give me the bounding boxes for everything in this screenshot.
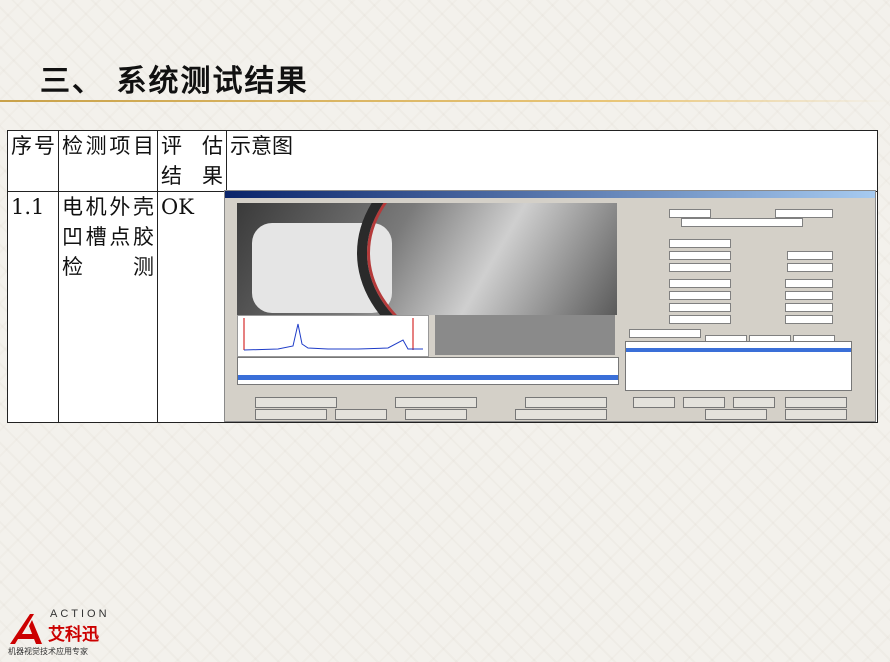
results-table: 序号 检测项目 评估结果 示意图 1.1 电机外壳凹槽点胶检测 OK <box>7 130 878 423</box>
defect-list-panel <box>237 357 619 385</box>
param-field[interactable] <box>669 279 731 288</box>
screenshot-button[interactable] <box>405 409 467 420</box>
screenshot-button[interactable] <box>633 397 675 408</box>
screenshot-button[interactable] <box>255 409 327 420</box>
screenshot-button[interactable] <box>785 409 847 420</box>
param-field[interactable] <box>785 315 833 324</box>
screenshot-button[interactable] <box>335 409 387 420</box>
header-result: 评估结果 <box>157 130 227 192</box>
inspection-software-screenshot <box>224 190 876 422</box>
table-row: 1.1 电机外壳凹槽点胶检测 OK <box>7 190 878 423</box>
param-field[interactable] <box>669 263 731 272</box>
param-field[interactable] <box>785 291 833 300</box>
param-field[interactable] <box>669 209 711 218</box>
method-list-panel <box>625 341 852 391</box>
row-no: 1.1 <box>7 191 59 423</box>
screenshot-button[interactable] <box>705 409 767 420</box>
defect-list-selected-row <box>238 375 618 380</box>
row-item: 电机外壳凹槽点胶检测 <box>58 191 158 423</box>
screenshot-button[interactable] <box>683 397 725 408</box>
param-field[interactable] <box>669 251 731 260</box>
row-result: OK <box>157 191 227 423</box>
param-field[interactable] <box>775 209 833 218</box>
company-logo: ACTION 艾科迅 机器视觉技术应用专家 <box>8 608 138 658</box>
method-list-selected-row <box>626 348 851 352</box>
slide-title: 三、 系统测试结果 <box>40 64 309 99</box>
image-ring-shape <box>357 203 617 315</box>
title-underline <box>0 100 890 102</box>
param-field[interactable] <box>785 279 833 288</box>
logo-brand: 艾科迅 <box>48 625 99 645</box>
param-field[interactable] <box>669 291 731 300</box>
logo-mark-icon <box>10 614 42 644</box>
screenshot-button[interactable] <box>515 409 607 420</box>
param-field[interactable] <box>629 329 701 338</box>
histogram-graphic <box>243 318 423 351</box>
header-no: 序号 <box>7 130 59 192</box>
param-field[interactable] <box>787 251 833 260</box>
screenshot-button[interactable] <box>733 397 775 408</box>
screenshot-button[interactable] <box>785 397 847 408</box>
screenshot-button[interactable] <box>525 397 607 408</box>
param-field[interactable] <box>785 303 833 312</box>
table-header-row: 序号 检测项目 评估结果 示意图 <box>7 130 878 192</box>
screenshot-button[interactable] <box>255 397 337 408</box>
param-field[interactable] <box>681 218 803 227</box>
row-figure <box>224 190 878 423</box>
param-field[interactable] <box>787 263 833 272</box>
param-field[interactable] <box>669 315 731 324</box>
camera-image <box>237 203 617 315</box>
secondary-image-panel <box>435 315 615 355</box>
param-field[interactable] <box>669 239 731 248</box>
logo-tagline: 机器视觉技术应用专家 <box>8 647 88 656</box>
screenshot-titlebar <box>225 191 875 198</box>
screenshot-button[interactable] <box>395 397 477 408</box>
slide-title-area: 三、 系统测试结果 <box>40 56 308 99</box>
param-field[interactable] <box>669 303 731 312</box>
header-figure: 示意图 <box>226 130 878 192</box>
header-item: 检测项目 <box>58 130 158 192</box>
logo-wordmark: ACTION <box>50 608 110 620</box>
histogram-panel <box>237 315 429 357</box>
